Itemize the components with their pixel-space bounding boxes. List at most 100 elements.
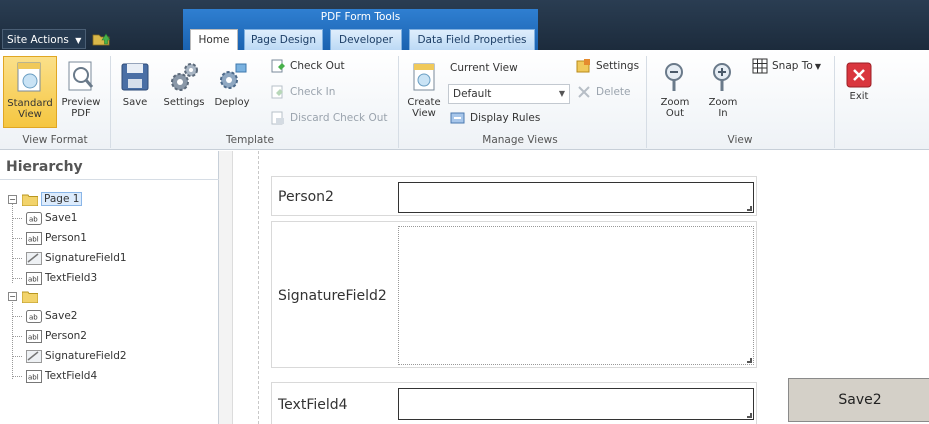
resize-grip[interactable] [747,413,752,418]
resize-grip[interactable] [747,206,752,211]
discard-check-out-button[interactable]: Discard Check Out [270,108,388,128]
folder-icon [22,291,38,303]
tree-node-signature[interactable]: SignatureField1 [26,249,127,267]
hierarchy-divider [0,179,219,180]
zoom-out-label: Zoom Out [660,97,690,119]
tree-connector [12,376,22,377]
save-button[interactable]: Save [117,60,153,128]
tree-node-signature[interactable]: SignatureField2 [26,347,127,365]
check-out-icon [271,59,285,73]
textfield4-label: TextField4 [278,397,348,413]
svg-text:abl: abl [28,235,39,243]
preview-pdf-icon [68,61,94,91]
display-rules-label: Display Rules [470,112,541,124]
site-actions-label: Site Actions [7,34,69,46]
tree-node-button[interactable]: ab Save2 [26,307,77,325]
collapse-toggle[interactable]: − [8,195,17,204]
tree-node-button[interactable]: ab Save1 [26,209,77,227]
standard-view-button[interactable]: Standard View [3,56,57,128]
tree-node-label: Person1 [45,232,87,244]
snap-to-label: Snap To [772,60,813,72]
view-settings-icon [576,59,590,73]
resize-grip[interactable] [747,358,752,363]
site-actions-menu[interactable]: Site Actions ▼ [2,29,87,49]
view-settings-button[interactable]: Settings [576,56,639,76]
delete-view-button[interactable]: Delete [576,82,631,102]
svg-text:abl: abl [28,373,39,381]
tree-node-text-field[interactable]: abl TextField4 [26,367,97,385]
check-out-button[interactable]: Check Out [270,56,345,76]
delete-icon [578,86,590,98]
tree-node-page[interactable]: Page 1 [22,190,83,208]
tree-connector [12,258,22,259]
deploy-button[interactable]: Deploy [210,60,254,128]
vertical-scrollbar[interactable] [219,151,233,424]
tree-connector [12,316,22,317]
svg-text:ab: ab [29,215,38,223]
standard-view-icon [17,62,41,92]
save2-button[interactable]: Save2 [788,378,929,422]
template-settings-button[interactable]: Settings [160,60,208,128]
tree-node-label: SignatureField2 [45,350,127,362]
zoom-in-icon [713,63,731,91]
text-field-icon: abl [26,329,42,343]
preview-pdf-label: Preview PDF [61,97,101,119]
context-title: PDF Form Tools [320,11,401,23]
display-rules-button[interactable]: Display Rules [450,108,540,128]
signature-field-icon [26,251,42,265]
grid-icon [752,58,768,74]
tab-developer[interactable]: Developer [330,29,402,50]
textfield4-input[interactable] [398,388,754,420]
signaturefield2-box[interactable] [398,226,754,365]
ribbon-separator [398,56,399,148]
ribbon: Standard View Preview PDF View Format Sa… [0,50,929,150]
chevron-down-icon: ▼ [558,89,565,98]
tree-node-label: Save2 [45,310,78,322]
tree-node-text-field[interactable]: abl Person2 [26,327,87,345]
create-view-button[interactable]: Create View [404,60,444,128]
text-field-icon: abl [26,231,42,245]
display-rules-icon [450,112,465,124]
check-out-label: Check Out [290,60,345,72]
tree-node-label: TextField3 [45,272,98,284]
view-format-group-label: View Format [22,134,88,146]
check-in-icon [271,85,283,99]
discard-check-out-label: Discard Check Out [290,112,388,124]
ribbon-separator [646,56,647,148]
tree-node-label: Page 1 [41,192,83,206]
current-view-label: Current View [450,62,518,74]
standard-view-label: Standard View [7,98,53,120]
folder-icon [22,194,38,206]
page-guide [258,151,259,424]
tree-node-page[interactable] [22,287,41,305]
current-view-dropdown[interactable]: Default ▼ [448,84,570,104]
delete-label: Delete [596,86,631,98]
preview-pdf-button[interactable]: Preview PDF [58,60,104,128]
tab-home[interactable]: Home [190,29,238,50]
svg-text:abl: abl [28,333,39,341]
hierarchy-panel: Hierarchy − − Page 1 ab Save1 abl Person1 … [0,151,219,424]
view-settings-label: Settings [596,60,640,72]
tree-node-label: Person2 [45,330,87,342]
tree-connector [12,238,22,239]
zoom-out-button[interactable]: Zoom Out [656,60,694,128]
signature-field-icon [26,349,42,363]
navigate-up-icon[interactable] [92,30,110,46]
tab-page-design[interactable]: Page Design [244,29,323,50]
check-in-button[interactable]: Check In [270,82,335,102]
person2-input[interactable] [398,182,754,213]
exit-button[interactable]: Exit [842,62,876,128]
signaturefield2-label: SignatureField2 [278,288,387,304]
zoom-in-button[interactable]: Zoom In [704,60,742,128]
gear-icon [171,63,198,91]
tree-node-text-field[interactable]: abl Person1 [26,229,87,247]
tree-node-text-field[interactable]: abl TextField3 [26,269,97,287]
tree-connector [12,299,13,379]
form-row-person2: Person2 [271,176,757,216]
snap-to-dropdown[interactable]: Snap To ▼ [752,56,821,76]
create-view-icon [413,63,435,91]
collapse-toggle[interactable]: − [8,292,17,301]
tab-data-field-properties[interactable]: Data Field Properties [409,29,535,50]
tree-connector [12,201,13,283]
zoom-out-icon [665,63,683,91]
